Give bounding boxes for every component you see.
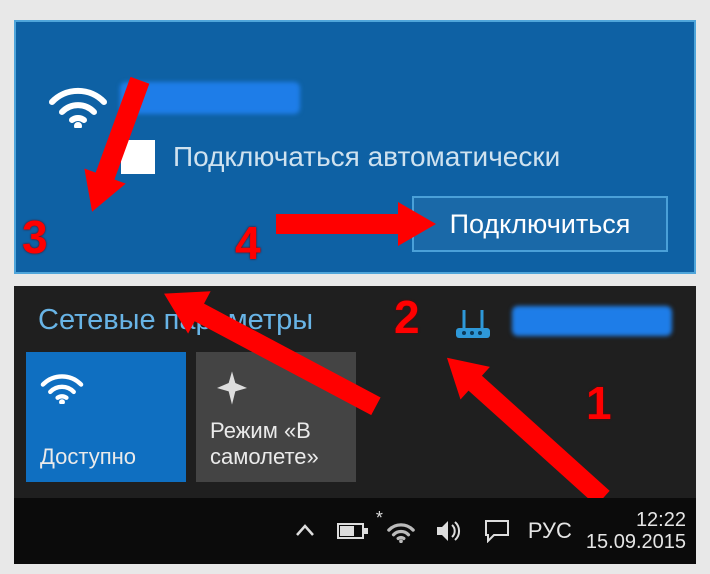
wifi-tile[interactable]: Доступно: [26, 352, 186, 482]
connect-button-label: Подключиться: [450, 209, 631, 240]
action-center-icon[interactable]: [480, 514, 514, 548]
wifi-icon: [40, 368, 84, 404]
tray-overflow-icon[interactable]: [288, 514, 322, 548]
battery-icon[interactable]: [336, 514, 370, 548]
system-tray: * РУС 12:22 15.09.2015: [288, 498, 686, 564]
wifi-tile-label: Доступно: [40, 444, 136, 470]
router-icon: [450, 306, 496, 342]
asterisk-icon: *: [376, 508, 383, 529]
annotation-1: 1: [586, 376, 612, 430]
airplane-icon: [210, 368, 254, 408]
annotation-3: 3: [22, 210, 48, 264]
auto-connect-label: Подключаться автоматически: [173, 141, 560, 173]
network-tray-icon[interactable]: *: [384, 514, 418, 548]
taskbar: * РУС 12:22 15.09.2015: [14, 498, 696, 564]
arrow-icon: [276, 196, 436, 252]
language-indicator[interactable]: РУС: [528, 518, 572, 544]
airplane-tile-label: Режим «В самолете»: [210, 418, 319, 470]
time-text: 12:22: [636, 509, 686, 531]
annotation-4: 4: [235, 216, 261, 270]
date-text: 15.09.2015: [586, 531, 686, 553]
clock[interactable]: 12:22 15.09.2015: [586, 509, 686, 553]
volume-icon[interactable]: [432, 514, 466, 548]
connect-button[interactable]: Подключиться: [412, 196, 668, 252]
router-name-redacted: [512, 306, 672, 336]
annotation-2: 2: [394, 290, 420, 344]
